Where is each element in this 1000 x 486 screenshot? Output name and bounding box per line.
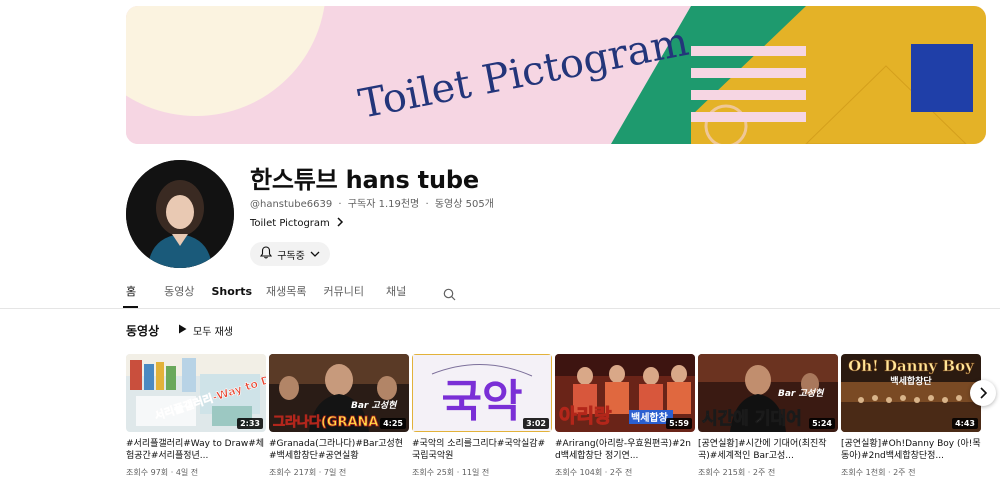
video-thumbnail[interactable]: 서리플갤러리-Way to Draw 2:33 — [126, 354, 266, 432]
channel-description-link[interactable]: Toilet Pictogram — [250, 217, 344, 230]
subscribe-label: 구독중 — [277, 250, 305, 262]
channel-avatar[interactable] — [126, 160, 234, 268]
thumbnail-overlay-text: Oh! Danny Boy — [848, 357, 975, 375]
video-meta: 조회수 25회 · 11일 전 — [412, 468, 490, 477]
video-meta: 조회수 97회 · 4일 전 — [126, 468, 199, 477]
video-duration: 3:02 — [523, 418, 549, 429]
tab-playlists[interactable]: 재생목록 — [266, 284, 314, 308]
video-card[interactable]: Bar 고성현 그라나다(GRANA 4:25 #Granada(그라나다)#B… — [269, 354, 409, 478]
video-thumbnail[interactable]: 아리랑 백세합창 5:59 — [555, 354, 695, 432]
video-title[interactable]: #국악의 소리를그리다#국악실감#국립국악원 — [412, 438, 552, 462]
bell-icon — [260, 246, 273, 262]
channel-meta: @hanstube6639 · 구독자 1.19천명 · 동영상 505개 — [250, 195, 497, 210]
video-count: 동영상 505개 — [434, 199, 494, 210]
view-count: 조회수 217회 — [269, 468, 317, 477]
video-card[interactable]: Bar 고성현 시간에 기대어 5:24 [공연실황]#시간에 기대어(최진작곡… — [698, 354, 838, 478]
video-meta: 조회수 215회 · 2주 전 — [698, 468, 776, 477]
channel-link-label: Toilet Pictogram — [250, 218, 330, 229]
tab-community[interactable]: 커뮤니티 — [324, 284, 372, 308]
video-duration: 5:24 — [809, 418, 835, 429]
view-count: 조회수 104회 — [555, 468, 603, 477]
search-icon[interactable] — [443, 286, 456, 305]
meta-separator: · — [338, 199, 342, 210]
tab-shorts[interactable]: Shorts — [212, 284, 261, 308]
video-card[interactable]: 서리플갤러리-Way to Draw 2:33 #서리플갤러리#Way to D… — [126, 354, 266, 478]
video-thumbnail[interactable]: Bar 고성현 그라나다(GRANA 4:25 — [269, 354, 409, 432]
thumbnail-overlay-text: 그라나다(GRANA — [273, 414, 378, 430]
meta-separator: · — [425, 199, 429, 210]
video-title[interactable]: [공연실황]#Oh!Danny Boy (아!목동아)#2nd백세합창단정... — [841, 438, 981, 462]
section-title: 동영상 — [126, 324, 160, 338]
upload-age: 2주 전 — [752, 468, 776, 477]
thumbnail-overlay-subtext: Bar 고성현 — [778, 388, 825, 399]
shelf-next-button[interactable] — [970, 380, 996, 406]
video-duration: 4:43 — [952, 418, 978, 429]
thumbnail-overlay-text: 국악 — [442, 376, 523, 427]
thumbnail-overlay-subtext: 백세합창 — [631, 411, 669, 424]
upload-age: 7일 전 — [323, 468, 347, 477]
video-duration: 5:59 — [666, 418, 692, 429]
subscribe-button[interactable]: 구독중 — [250, 242, 330, 266]
chevron-down-icon — [310, 249, 320, 260]
channel-title: 한스튜브 hans tube — [250, 166, 479, 194]
play-all-label: 모두 재생 — [193, 326, 233, 338]
upload-age: 2주 전 — [893, 468, 916, 477]
thumbnail-overlay-subtext: Bar 고성현 — [351, 400, 398, 411]
thumbnail-overlay-subtext: 백세합창단 — [890, 375, 932, 387]
video-thumbnail[interactable]: 국악 3:02 — [412, 354, 552, 432]
tab-home[interactable]: 홈 — [122, 284, 144, 308]
video-duration: 2:33 — [237, 418, 263, 429]
video-card[interactable]: 국악 3:02 #국악의 소리를그리다#국악실감#국립국악원 조회수 25회 ·… — [412, 354, 552, 478]
play-all-button[interactable]: 모두 재생 — [178, 322, 233, 338]
channel-banner: Toilet Pictogram — [126, 6, 986, 144]
video-card[interactable]: Oh! Danny Boy 백세합창단 4:43 [공연실황]#Oh!Danny… — [841, 354, 981, 478]
play-icon — [178, 324, 187, 337]
banner-art — [126, 6, 986, 144]
upload-age: 11일 전 — [461, 468, 490, 477]
video-meta: 조회수 217회 · 7일 전 — [269, 468, 347, 477]
video-meta: 조회수 1천회 · 2주 전 — [841, 468, 916, 477]
chevron-right-icon — [979, 384, 988, 403]
upload-age: 2주 전 — [609, 468, 633, 477]
thumbnail-overlay-text: 아리랑 — [559, 405, 612, 427]
chevron-right-icon — [336, 217, 344, 230]
video-thumbnail[interactable]: Oh! Danny Boy 백세합창단 4:43 — [841, 354, 981, 432]
video-card[interactable]: 아리랑 백세합창 5:59 #Arirang(아리랑-우효원편곡)#2nd백세합… — [555, 354, 695, 478]
tab-channels[interactable]: 채널 — [386, 284, 414, 308]
video-duration: 4:25 — [380, 418, 406, 429]
video-thumbnail[interactable]: Bar 고성현 시간에 기대어 5:24 — [698, 354, 838, 432]
view-count: 조회수 215회 — [698, 468, 746, 477]
view-count: 조회수 97회 — [126, 468, 169, 477]
video-title[interactable]: #Arirang(아리랑-우효원편곡)#2nd백세합창단 정기연... — [555, 438, 695, 462]
video-title[interactable]: [공연실황]#시간에 기대어(최진작곡)#세계적인 Bar고성... — [698, 438, 838, 462]
channel-handle: @hanstube6639 — [250, 199, 333, 210]
upload-age: 4일 전 — [175, 468, 199, 477]
subscriber-count: 구독자 1.19천명 — [347, 199, 420, 210]
thumbnail-overlay-text: 시간에 기대어 — [702, 409, 802, 429]
video-title[interactable]: #Granada(그라나다)#Bar고성현#백세합창단#공연실황 — [269, 438, 409, 462]
tabs-divider — [0, 308, 1000, 309]
channel-tabs: 홈 동영상 Shorts 재생목록 커뮤니티 채널 — [122, 284, 423, 308]
video-shelf: 서리플갤러리-Way to Draw 2:33 #서리플갤러리#Way to D… — [126, 354, 986, 486]
view-count: 조회수 1천회 — [841, 468, 886, 477]
video-title[interactable]: #서리플갤러리#Way to Draw#체험공간#서리플정년... — [126, 438, 266, 462]
tab-videos[interactable]: 동영상 — [164, 284, 202, 308]
video-meta: 조회수 104회 · 2주 전 — [555, 468, 633, 477]
view-count: 조회수 25회 — [412, 468, 455, 477]
